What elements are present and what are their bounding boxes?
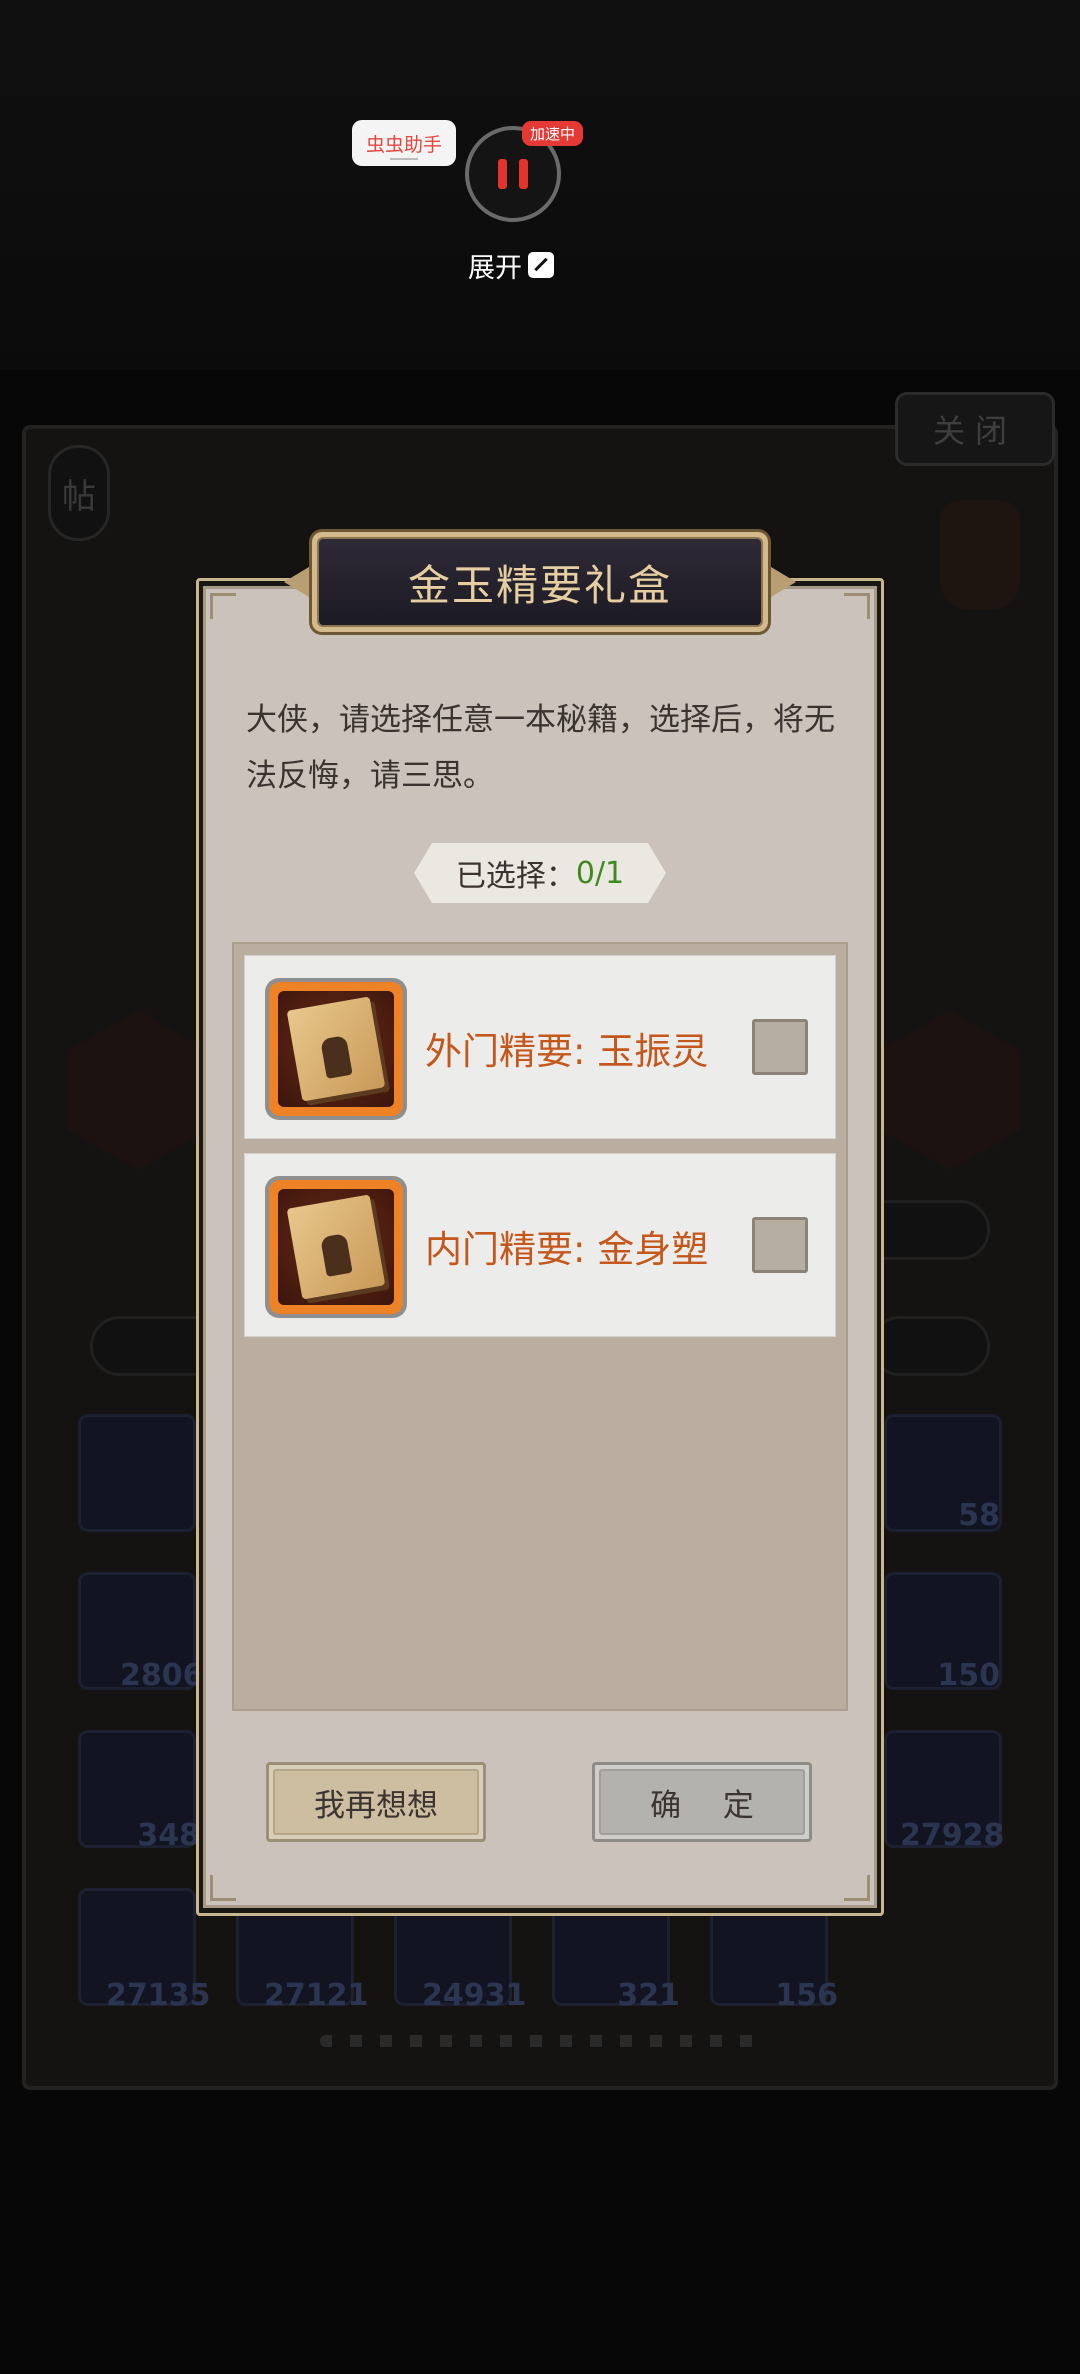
corner-ornament: [210, 1875, 236, 1901]
expand-label: 展开: [468, 252, 522, 284]
dialog-title-plate: 金玉精要礼盒: [312, 532, 768, 632]
background-close-button: 关闭: [895, 392, 1055, 466]
item-checkbox[interactable]: [752, 1217, 808, 1273]
corner-ornament: [210, 593, 236, 619]
helper-badge[interactable]: 虫虫助手: [352, 120, 456, 166]
book-icon: [286, 1194, 386, 1300]
item-name: 内门精要: 金身塑: [425, 1228, 709, 1271]
item-icon-border: [269, 1180, 403, 1314]
speed-tag: 加速中: [522, 121, 584, 146]
confirm-label: 确 定: [599, 1769, 805, 1835]
confirm-button[interactable]: 确 定: [592, 1762, 812, 1842]
background-item-count: 58: [958, 1498, 1000, 1533]
corner-ornament: [844, 593, 870, 619]
background-inventory-slot: [78, 1414, 196, 1532]
corner-ornament: [844, 1875, 870, 1901]
choice-item[interactable]: 内门精要: 金身塑: [244, 1153, 836, 1337]
background-page-dots: [320, 2035, 760, 2047]
helper-label: 虫虫助手: [365, 133, 442, 156]
selection-counter: 已选择： 0/1: [414, 843, 666, 903]
background-item-count: 150: [937, 1658, 1000, 1693]
selection-label: 已选择：: [455, 859, 576, 894]
dialog-title-inner: 金玉精要礼盒: [317, 537, 763, 627]
dialog-description: 大侠，请选择任意一本秘籍，选择后，将无法反悔，请三思。: [246, 702, 835, 794]
helper-underline: [390, 158, 418, 160]
background-bottom-nav: [0, 2100, 1080, 2374]
game-screen: 关闭 帖 58 2806 150 348 27928 27135 27121 2…: [0, 0, 1080, 2374]
dialog-title: 金玉精要礼盒: [407, 560, 672, 610]
background-item-count: 27121: [264, 1978, 369, 2013]
background-item-count: 348: [137, 1818, 200, 1853]
lantern-icon: [940, 500, 1020, 610]
background-item-count: 24931: [422, 1978, 527, 2013]
item-name: 外门精要: 玉振灵: [425, 1030, 709, 1073]
pause-icon: [498, 159, 507, 189]
item-icon-border: [269, 982, 403, 1116]
think-again-button[interactable]: 我再想想: [266, 1762, 486, 1842]
expand-button[interactable]: 展开: [468, 246, 554, 284]
item-icon-frame: [265, 978, 407, 1120]
background-tie-badge: 帖: [48, 445, 110, 541]
think-again-label: 我再想想: [273, 1769, 479, 1835]
item-checkbox[interactable]: [752, 1019, 808, 1075]
item-icon-frame: [265, 1176, 407, 1318]
item-icon-bg: [278, 991, 394, 1107]
background-item-count: 27928: [900, 1818, 1005, 1853]
background-filter-pill: [870, 1316, 990, 1376]
choice-item[interactable]: 外门精要: 玉振灵: [244, 955, 836, 1139]
background-item-count: 321: [617, 1978, 680, 2013]
background-item-count: 156: [775, 1978, 838, 2013]
book-icon: [286, 996, 386, 1102]
selection-count: 0/1: [575, 855, 625, 891]
background-item-count: 2806: [120, 1658, 204, 1693]
item-icon-bg: [278, 1189, 394, 1305]
pause-icon: [519, 159, 528, 189]
background-item-count: 27135: [106, 1978, 211, 2013]
expand-icon: [528, 252, 554, 278]
